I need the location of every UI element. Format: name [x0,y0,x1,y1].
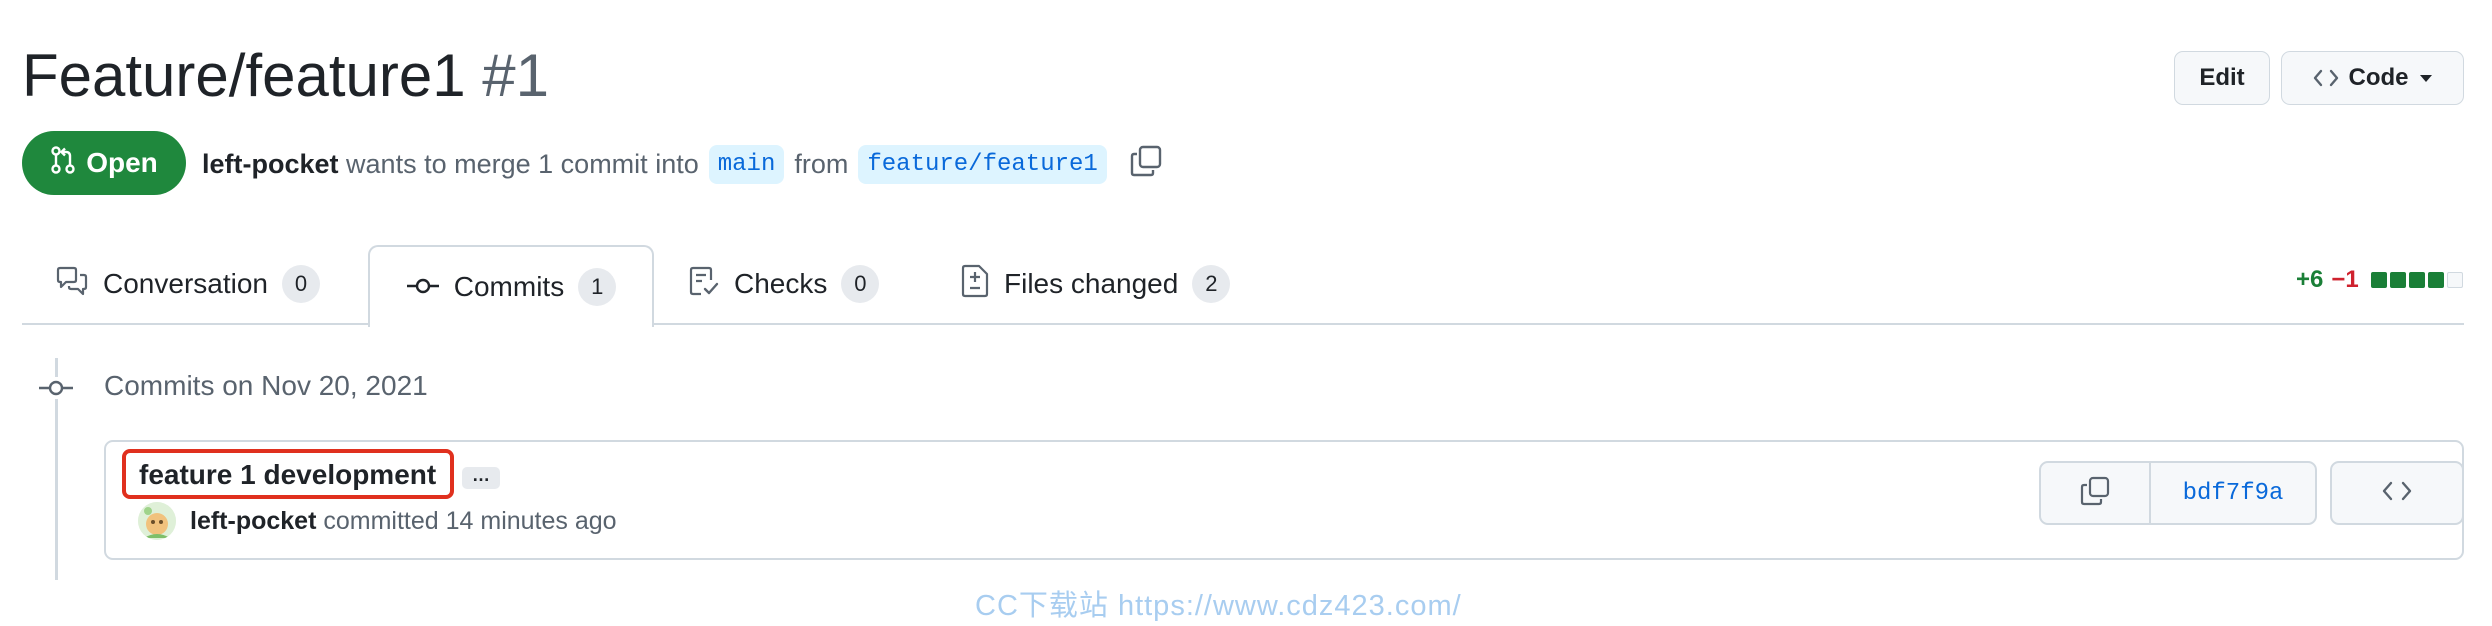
commit-title-link[interactable]: feature 1 development [139,459,436,491]
git-commit-icon [38,377,74,404]
head-branch[interactable]: feature/feature1 [858,144,1107,184]
tab-label: Checks [734,268,828,299]
base-branch[interactable]: main [708,144,785,184]
git-commit-icon [406,271,440,303]
tab-conversation[interactable]: Conversation 0 [55,245,320,323]
checklist-icon [688,265,720,304]
pr-state-badge: Open [22,131,186,195]
commit-sha-group: bdf7f9a [2039,461,2317,525]
code-icon [2381,479,2413,508]
commit-expand-button[interactable]: … [462,466,500,489]
tab-counter: 0 [281,265,320,303]
triangle-down-icon [2419,73,2433,83]
from-text: from [794,148,849,179]
pr-title: Feature/feature1 #1 [22,36,549,116]
diff-block-added [2389,272,2406,288]
commits-date-heading: Commits on Nov 20, 2021 [104,370,428,401]
tab-checks[interactable]: Checks 0 [688,245,880,323]
edit-button[interactable]: Edit [2174,51,2270,105]
pr-author-link[interactable]: left-pocket [202,149,339,180]
file-diff-icon [960,264,990,305]
diff-block-added [2427,272,2444,288]
tab-label: Files changed [1004,268,1179,299]
tab-label: Conversation [103,268,268,299]
comment-discussion-icon [55,266,89,303]
git-pull-request-icon [50,145,76,181]
diff-additions: +6 [2296,266,2324,293]
commit-author-link[interactable]: left-pocket [190,507,316,535]
avatar[interactable] [138,502,176,540]
tab-counter: 0 [841,265,880,303]
code-icon [2313,67,2339,89]
into-text: into [655,148,699,179]
pr-merge-summary: left-pocket wants to merge 1 commit into… [202,140,1163,188]
code-button-label: Code [2348,64,2409,91]
browse-repo-button[interactable] [2330,461,2464,525]
diff-blocks [2370,272,2463,288]
commit-count: 1 commit [538,148,648,179]
watermark: CC下载站 https://www.cdz423.com/ [975,590,1462,622]
merge-text: wants to merge [346,148,531,179]
copy-branch-icon[interactable] [1129,144,1163,185]
diff-block-added [2408,272,2425,288]
diffstat: +6 −1 [2296,266,2463,294]
copy-icon [2080,476,2110,511]
pr-number: #1 [482,42,550,109]
pr-title-text: Feature/feature1 [22,42,466,109]
tab-label: Commits [453,271,565,302]
copy-sha-button[interactable] [2041,463,2151,523]
tab-commits[interactable]: Commits 1 [368,245,654,327]
diff-block-added [2370,272,2387,288]
commit-sha-link[interactable]: bdf7f9a [2151,463,2315,523]
commit-meta: left-pocket committed 14 minutes ago [190,507,617,536]
tab-counter: 1 [578,268,617,306]
tab-counter: 2 [1192,265,1231,303]
tab-files-changed[interactable]: Files changed 2 [960,245,1231,323]
diff-deletions: −1 [2331,266,2359,293]
commit-time: committed 14 minutes ago [323,507,617,535]
code-button[interactable]: Code [2281,51,2464,105]
diff-block-neutral [2446,272,2463,288]
pr-state-label: Open [86,147,158,178]
